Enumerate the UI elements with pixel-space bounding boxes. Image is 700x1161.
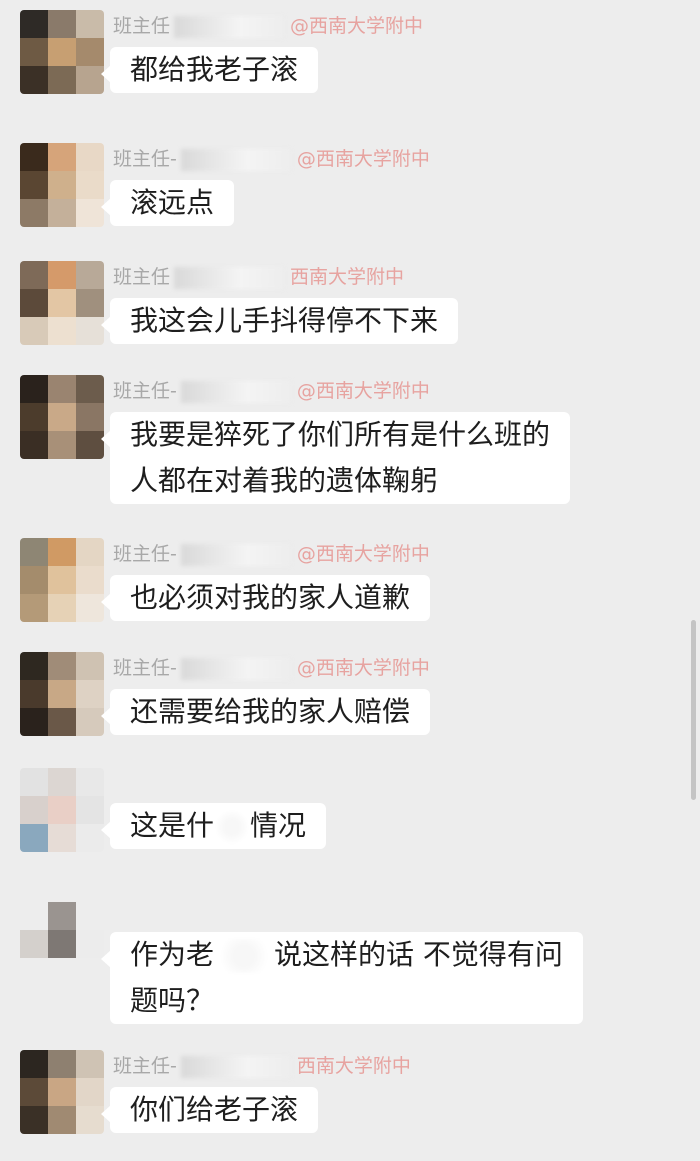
sender-name: 班主任- @西南大学附中: [113, 380, 430, 403]
avatar[interactable]: [20, 375, 104, 459]
sender-name: 班主任- @西南大学附中: [113, 148, 430, 171]
redaction-smudge: [214, 939, 275, 973]
chat-message: 班主任 西南大学附中 我这会儿手抖得停不下来: [0, 251, 700, 361]
avatar[interactable]: [20, 768, 104, 852]
message-bubble[interactable]: 作为老 说这样的话 不觉得有问 题吗？: [101, 932, 583, 1024]
chat-message: 班主任- 西南大学附中 你们给老子滚: [0, 1040, 700, 1161]
message-text: 滚远点: [130, 186, 215, 219]
message-bubble[interactable]: 我这会儿手抖得停不下来: [100, 298, 459, 344]
chat-message: 班主任 @西南大学附中 都给我老子滚: [0, 0, 700, 118]
sender-name: 班主任 @西南大学附中: [113, 15, 424, 38]
message-text: 还需要给我的家人赔偿: [130, 695, 411, 728]
chat-message: 作为老 说这样的话 不觉得有问 题吗？: [0, 892, 700, 1037]
message-text: 人都在对着我的遗体鞠躬: [130, 464, 439, 497]
message-bubble[interactable]: 你们给老子滚: [100, 1087, 319, 1133]
sender-name: 班主任 西南大学附中: [113, 266, 405, 289]
chat-message: 班主任- @西南大学附中 也必须对我的家人道歉: [0, 528, 700, 638]
avatar[interactable]: [20, 652, 104, 736]
message-text: 都给我老子滚: [130, 53, 299, 86]
scrollbar[interactable]: [691, 620, 696, 800]
avatar[interactable]: [20, 538, 104, 622]
message-bubble[interactable]: 也必须对我的家人道歉: [100, 575, 431, 621]
sender-name: 班主任- 西南大学附中: [113, 1055, 411, 1078]
message-text: 作为老 说这样的话 不觉得有问: [130, 938, 563, 973]
message-bubble[interactable]: 滚远点: [100, 180, 235, 226]
avatar[interactable]: [20, 143, 104, 227]
message-text: 我这会儿手抖得停不下来: [130, 304, 439, 337]
message-text: 我要是猝死了你们所有是什么班的: [130, 418, 551, 451]
redaction-smudge: [214, 810, 251, 844]
avatar[interactable]: [20, 261, 104, 345]
sender-name: 班主任- @西南大学附中: [113, 543, 430, 566]
chat-message: 班主任- @西南大学附中 还需要给我的家人赔偿: [0, 642, 700, 752]
chat-message: 班主任- @西南大学附中 滚远点: [0, 133, 700, 243]
avatar[interactable]: [20, 1050, 104, 1134]
message-bubble[interactable]: 还需要给我的家人赔偿: [100, 689, 431, 735]
message-text: 题吗？: [130, 984, 215, 1017]
sender-name: 班主任- @西南大学附中: [113, 657, 430, 680]
chat-message: 班主任- @西南大学附中 我要是猝死了你们所有是什么班的 人都在对着我的遗体鞠躬: [0, 365, 700, 520]
chat-message: 这是什 情况: [0, 758, 700, 878]
message-bubble[interactable]: 我要是猝死了你们所有是什么班的 人都在对着我的遗体鞠躬: [100, 412, 571, 504]
message-bubble[interactable]: 这是什 情况: [100, 803, 327, 849]
message-bubble[interactable]: 都给我老子滚: [100, 47, 319, 93]
avatar[interactable]: [20, 902, 104, 986]
message-text: 也必须对我的家人道歉: [130, 581, 411, 614]
message-text: 这是什 情况: [130, 809, 307, 844]
avatar[interactable]: [20, 10, 104, 94]
message-text: 你们给老子滚: [130, 1093, 299, 1126]
